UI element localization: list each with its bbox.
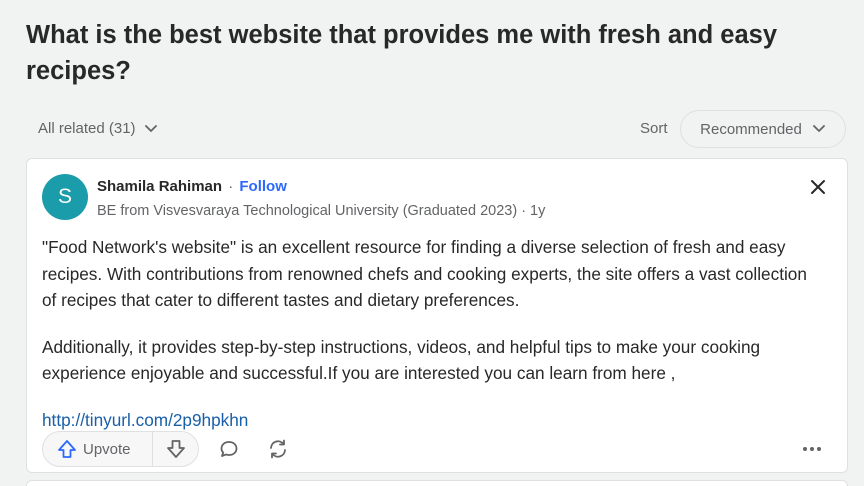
more-options-button[interactable] — [794, 431, 830, 467]
upvote-label: Upvote — [83, 440, 131, 458]
all-related-label: All related (31) — [38, 120, 136, 137]
upvote-arrow-icon — [58, 440, 76, 458]
author-name[interactable]: Shamila Rahiman — [97, 178, 222, 195]
avatar-letter: S — [57, 185, 72, 208]
downvote-button[interactable] — [153, 432, 198, 466]
answer-link[interactable]: http://tinyurl.com/2p9hpkhn — [42, 410, 248, 430]
close-icon — [811, 180, 825, 194]
answer-paragraph: Additionally, it provides step-by-step i… — [42, 336, 761, 384]
sort-value: Recommended — [700, 120, 802, 138]
author-credential: BE from Visvesvaraya Technological Unive… — [97, 203, 546, 219]
separator: · — [228, 178, 234, 195]
author-line: Shamila Rahiman · Follow — [97, 178, 287, 195]
more-icon — [803, 447, 821, 451]
close-button[interactable] — [807, 176, 829, 198]
answer-paragraph: "Food Network's website" is an excellent… — [42, 237, 807, 310]
vote-pill: Upvote — [42, 431, 199, 467]
sort-label: Sort — [640, 120, 668, 137]
answer-body: "Food Network's website" is an excellent… — [42, 234, 812, 453]
filter-bar: All related (31) Sort Recommended — [0, 110, 864, 150]
comment-icon — [220, 441, 238, 457]
chevron-down-icon — [812, 125, 825, 132]
follow-button[interactable]: Follow — [239, 178, 287, 195]
sort-dropdown[interactable]: Recommended — [680, 110, 846, 148]
upvote-button[interactable]: Upvote — [43, 432, 153, 466]
share-icon — [270, 439, 286, 459]
comment-button[interactable] — [211, 431, 247, 467]
answer-card: S Shamila Rahiman · Follow BE from Visve… — [26, 158, 848, 473]
all-related-dropdown[interactable]: All related (31) — [38, 120, 158, 137]
action-bar: Upvote — [42, 431, 832, 467]
chevron-down-icon — [144, 124, 157, 132]
question-title: What is the best website that provides m… — [26, 21, 778, 85]
next-card-edge — [26, 480, 848, 486]
downvote-arrow-icon — [166, 440, 185, 458]
avatar[interactable]: S — [42, 174, 88, 220]
share-button[interactable] — [260, 431, 296, 467]
